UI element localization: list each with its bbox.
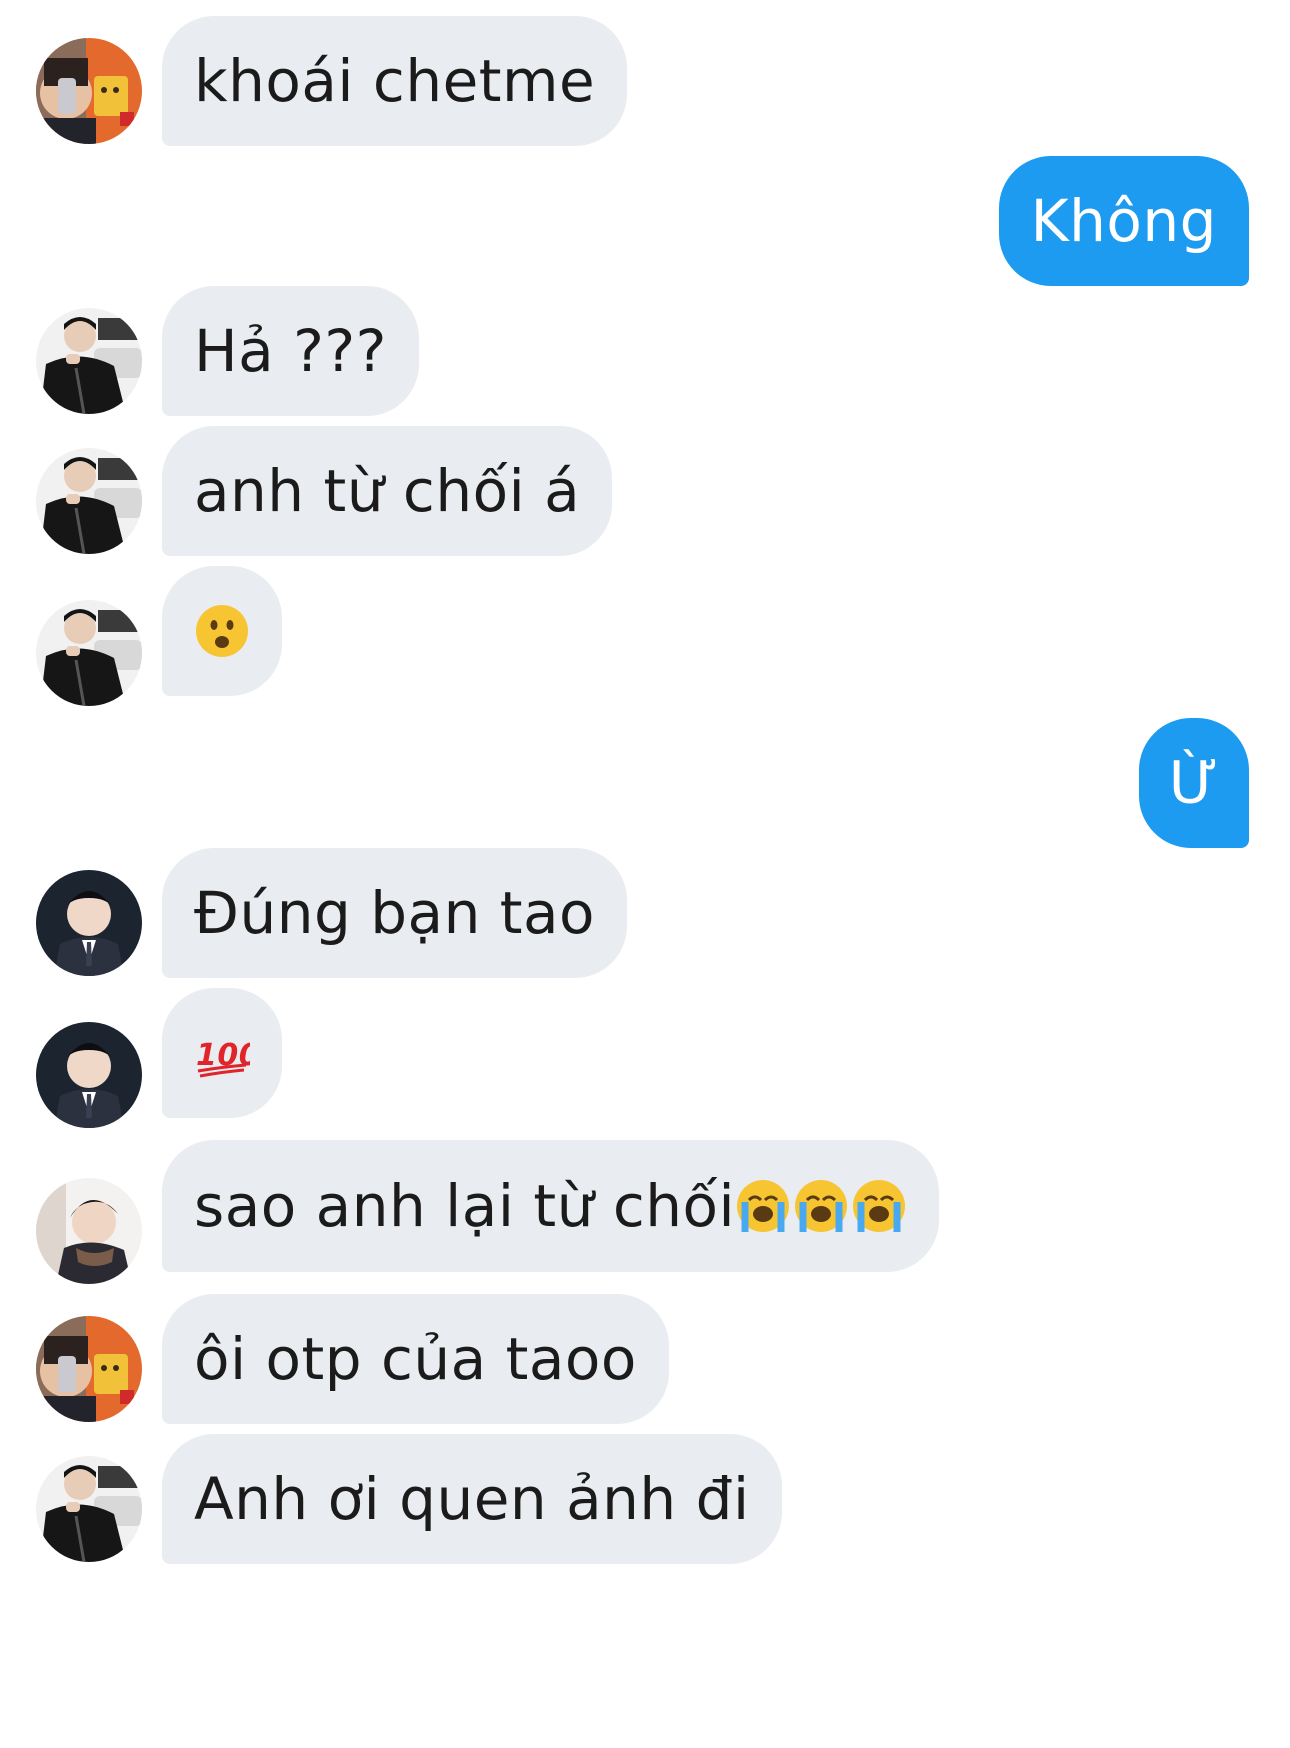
- message-bubble-outgoing[interactable]: Ừ: [1139, 718, 1249, 848]
- loudly-crying-face-icon: [735, 1178, 791, 1234]
- message-text: Đúng bạn tao: [194, 879, 596, 947]
- message-bubble-incoming[interactable]: Đúng bạn tao: [162, 848, 628, 978]
- avatar[interactable]: [36, 308, 142, 414]
- loudly-crying-face-icon: [793, 1178, 849, 1234]
- frowning-face-icon: [194, 603, 250, 659]
- avatar[interactable]: [36, 1456, 142, 1562]
- avatar[interactable]: [36, 448, 142, 554]
- message-bubble-incoming[interactable]: [162, 566, 282, 696]
- loudly-crying-face-icon: [851, 1178, 907, 1234]
- message-bubble-incoming[interactable]: khoái chetme: [162, 16, 628, 146]
- message-text: Không: [1030, 187, 1217, 255]
- message-text: Ừ: [1168, 749, 1220, 817]
- message-bubble-incoming[interactable]: ôi otp của taoo: [162, 1294, 669, 1424]
- avatar[interactable]: [36, 600, 142, 706]
- avatar[interactable]: [36, 1022, 142, 1128]
- message-text: sao anh lại từ chối: [194, 1172, 736, 1240]
- message-text: khoái chetme: [194, 47, 596, 115]
- hundred-points-icon: 100: [194, 1025, 250, 1081]
- message-bubble-incoming[interactable]: 100: [162, 988, 282, 1118]
- message-bubble-incoming[interactable]: anh từ chối á: [162, 426, 613, 556]
- message-bubble-incoming[interactable]: Anh ơi quen ảnh đi: [162, 1434, 782, 1564]
- avatar[interactable]: [36, 870, 142, 976]
- message-text: anh từ chối á: [194, 457, 581, 525]
- avatar[interactable]: [36, 1178, 142, 1284]
- message-bubble-incoming[interactable]: Hả ???: [162, 286, 419, 416]
- message-text: Anh ơi quen ảnh đi: [194, 1465, 750, 1533]
- message-text: Hả ???: [194, 317, 387, 385]
- message-bubble-outgoing[interactable]: Không: [998, 156, 1249, 286]
- message-bubble-incoming[interactable]: sao anh lại từ chối: [162, 1140, 940, 1272]
- avatar[interactable]: [36, 1316, 142, 1422]
- message-text: ôi otp của taoo: [194, 1325, 637, 1393]
- avatar[interactable]: [36, 38, 142, 144]
